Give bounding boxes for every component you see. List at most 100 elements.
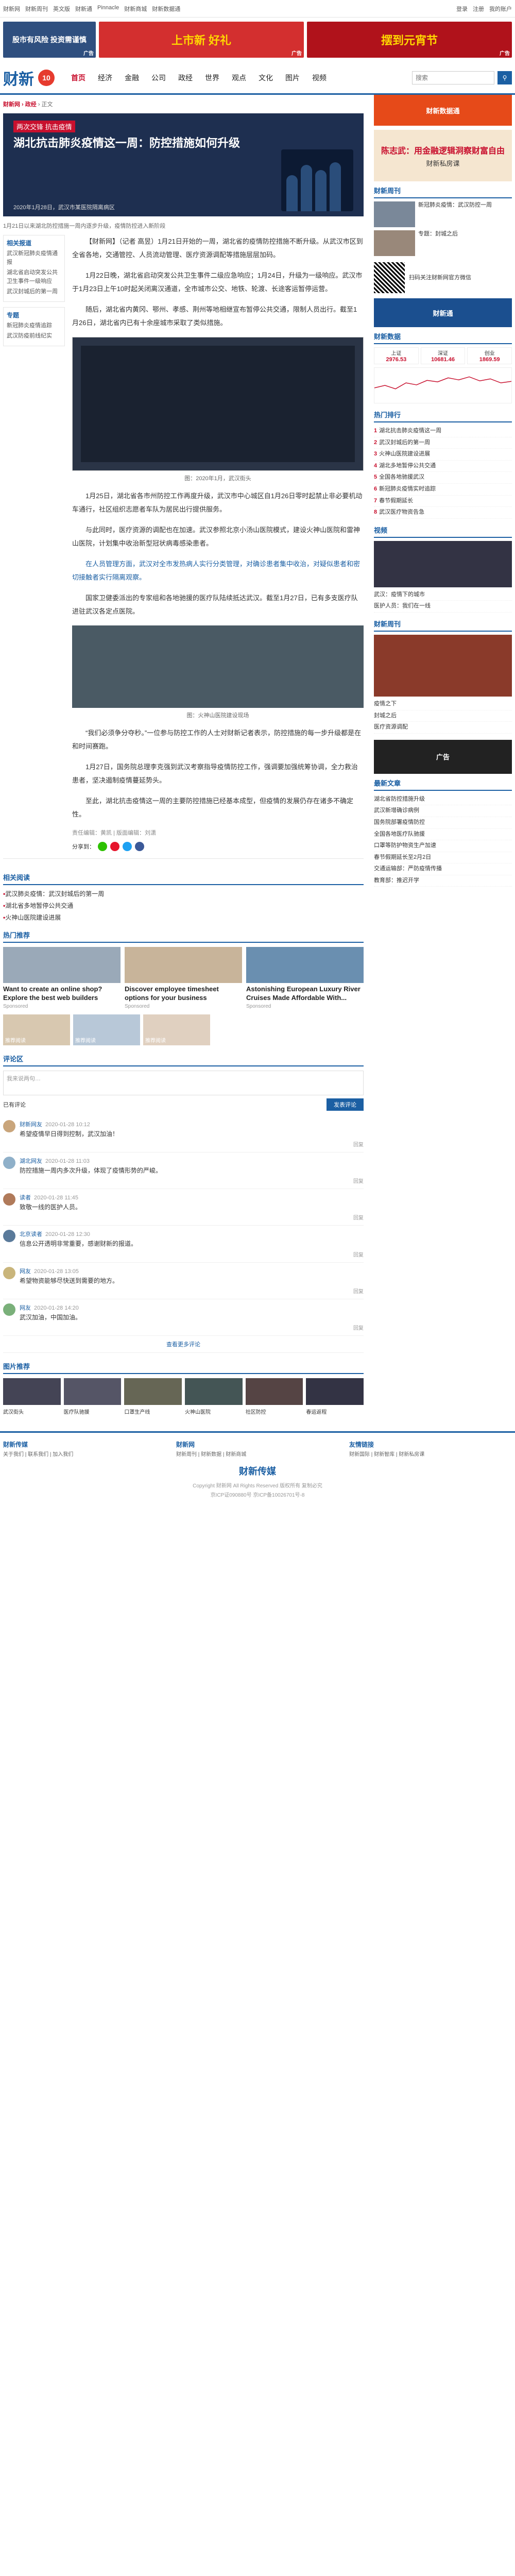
banner-ad[interactable]: 股市有风险 投资需谨慎 广告 xyxy=(3,22,96,58)
video-item[interactable]: 医护人员：我们在一线 xyxy=(374,601,512,613)
hot-item[interactable]: 6 新冠肺炎疫情实时追踪 xyxy=(374,484,512,496)
latest-item[interactable]: 交通运输部：严防疫情传播 xyxy=(374,863,512,875)
footer-logo[interactable]: 财新传媒 xyxy=(3,1464,512,1478)
latest-item[interactable]: 春节假期延长至2月2日 xyxy=(374,852,512,864)
search-icon[interactable]: ⚲ xyxy=(497,71,512,84)
gallery-caption[interactable]: 社区防控 xyxy=(246,1409,303,1416)
nav-item[interactable]: 文化 xyxy=(252,67,279,88)
sidebar-promo[interactable]: 陈志武：用金融逻辑洞察财富自由 财新私房课 xyxy=(374,130,512,181)
magazine-cover[interactable] xyxy=(374,634,512,697)
weekly-item[interactable]: 专题：封城之后 xyxy=(374,230,512,256)
sidebar-ad[interactable]: 财新通 xyxy=(374,298,512,327)
gallery-caption[interactable]: 口罩生产线 xyxy=(124,1409,182,1416)
reply-link[interactable]: 回复 xyxy=(20,1213,364,1221)
hot-item[interactable]: 2 武汉封城后的第一周 xyxy=(374,437,512,449)
gallery-caption[interactable]: 医疗队驰援 xyxy=(64,1409,122,1416)
hot-item[interactable]: 1 湖北抗击肺炎疫情这一周 xyxy=(374,426,512,437)
promo-thumb[interactable]: 推荐阅读 xyxy=(143,1014,210,1045)
site-logo[interactable]: 财新 10 xyxy=(3,66,55,89)
footer-links[interactable]: 财新国际 | 财新智库 | 财新私房课 xyxy=(349,1451,512,1459)
gallery-caption[interactable]: 火神山医院 xyxy=(185,1409,243,1416)
promo-thumb[interactable]: 推荐阅读 xyxy=(73,1014,140,1045)
facebook-icon[interactable] xyxy=(135,842,144,851)
gallery-caption[interactable]: 春运返程 xyxy=(306,1409,364,1416)
latest-item[interactable]: 全国各地医疗队驰援 xyxy=(374,829,512,841)
hot-item[interactable]: 3 火神山医院建设进展 xyxy=(374,449,512,461)
nav-item[interactable]: 视频 xyxy=(306,67,333,88)
nav-item[interactable]: 政经 xyxy=(172,67,199,88)
market-index[interactable]: 深证 10681.46 xyxy=(420,347,466,364)
sidebar-ad[interactable]: 广告 xyxy=(374,739,512,774)
reply-link[interactable]: 回复 xyxy=(20,1287,364,1295)
topbar-link[interactable]: 财新商城 xyxy=(124,5,147,13)
nav-item[interactable]: 经济 xyxy=(92,67,118,88)
account-link[interactable]: 我的账户 xyxy=(489,5,512,13)
comment-input[interactable]: 我来说两句… xyxy=(3,1070,364,1095)
latest-item[interactable]: 武汉新增确诊病例 xyxy=(374,805,512,817)
related-item[interactable]: •湖北省多地暂停公共交通 xyxy=(3,901,364,910)
nav-item[interactable]: 公司 xyxy=(145,67,172,88)
topbar-link[interactable]: 财新数据通 xyxy=(152,5,180,13)
latest-item[interactable]: 国务院部署疫情防控 xyxy=(374,817,512,829)
submit-comment-button[interactable]: 发表评论 xyxy=(327,1098,364,1111)
sponsored-card[interactable]: Discover employee timesheet options for … xyxy=(125,947,242,1009)
nav-item[interactable]: 世界 xyxy=(199,67,226,88)
related-item[interactable]: •火神山医院建设进展 xyxy=(3,913,364,922)
banner-ad[interactable]: 摆到元宵节 广告 xyxy=(307,22,512,58)
topbar-link[interactable]: 英文版 xyxy=(53,5,70,13)
latest-item[interactable]: 口罩等防护物资生产加速 xyxy=(374,840,512,852)
footer-links[interactable]: 关于我们 | 联系我们 | 加入我们 xyxy=(3,1451,166,1459)
market-index[interactable]: 创业 1869.59 xyxy=(467,347,512,364)
gallery-photo[interactable] xyxy=(3,1378,61,1405)
footer-links[interactable]: 财新周刊 | 财新数据 | 财新商城 xyxy=(176,1451,339,1459)
gallery-photo[interactable] xyxy=(63,1378,122,1405)
wechat-icon[interactable] xyxy=(98,842,107,851)
hot-item[interactable]: 5 全国各地驰援武汉 xyxy=(374,472,512,484)
twitter-icon[interactable] xyxy=(123,842,132,851)
topbar-link[interactable]: Pinnacle xyxy=(97,5,119,13)
weibo-icon[interactable] xyxy=(110,842,119,851)
nav-item[interactable]: 金融 xyxy=(118,67,145,88)
topbar-link[interactable]: 财新网 xyxy=(3,5,20,13)
hot-item[interactable]: 4 湖北多地暂停公共交通 xyxy=(374,461,512,472)
sponsored-card[interactable]: Want to create an online shop? Explore t… xyxy=(3,947,121,1009)
hot-item[interactable]: 8 武汉医疗物资告急 xyxy=(374,507,512,519)
related-item[interactable]: •武汉肺炎疫情：武汉封城后的第一周 xyxy=(3,889,364,898)
magazine-item[interactable]: 疫情之下 xyxy=(374,699,512,710)
sponsored-card[interactable]: Astonishing European Luxury River Cruise… xyxy=(246,947,364,1009)
reply-link[interactable]: 回复 xyxy=(20,1324,364,1331)
weekly-item[interactable]: 新冠肺炎疫情：武汉防控一周 xyxy=(374,201,512,227)
related-link[interactable]: 湖北省启动突发公共卫生事件一级响应 xyxy=(7,268,61,285)
breadcrumb-path[interactable]: 财新网 › 政经 xyxy=(3,101,37,108)
latest-item[interactable]: 湖北省防控措施升级 xyxy=(374,794,512,806)
reply-link[interactable]: 回复 xyxy=(20,1177,364,1184)
gallery-photo[interactable] xyxy=(185,1378,243,1405)
nav-item[interactable]: 观点 xyxy=(226,67,252,88)
magazine-item[interactable]: 医疗资源调配 xyxy=(374,722,512,734)
market-index[interactable]: 上证 2976.53 xyxy=(374,347,419,364)
topbar-link[interactable]: 财新通 xyxy=(75,5,92,13)
banner-ad[interactable]: 上市新 好礼 广告 xyxy=(99,22,304,58)
reply-link[interactable]: 回复 xyxy=(20,1250,364,1258)
more-comments-link[interactable]: 查看更多评论 xyxy=(3,1336,364,1353)
promo-thumb[interactable]: 推荐阅读 xyxy=(3,1014,70,1045)
hot-item[interactable]: 7 春节假期延长 xyxy=(374,496,512,507)
topic-link[interactable]: 武汉防疫前线纪实 xyxy=(7,332,61,341)
gallery-caption[interactable]: 武汉街头 xyxy=(3,1409,61,1416)
gallery-photo[interactable] xyxy=(124,1378,182,1405)
nav-item[interactable]: 图片 xyxy=(279,67,306,88)
gallery-photo[interactable] xyxy=(245,1378,303,1405)
register-link[interactable]: 注册 xyxy=(473,5,484,13)
search-input[interactable] xyxy=(412,71,494,84)
nav-item-home[interactable]: 首页 xyxy=(65,67,92,88)
topic-link[interactable]: 新冠肺炎疫情追踪 xyxy=(7,321,61,330)
topbar-link[interactable]: 财新周刊 xyxy=(25,5,48,13)
sidebar-ad[interactable]: 财新数据通 xyxy=(374,95,512,126)
video-item[interactable]: 武汉：疫情下的城市 xyxy=(374,589,512,601)
latest-item[interactable]: 教育部：推迟开学 xyxy=(374,875,512,887)
login-link[interactable]: 登录 xyxy=(456,5,468,13)
related-link[interactable]: 武汉封城后的第一周 xyxy=(7,287,61,296)
gallery-photo[interactable] xyxy=(306,1378,364,1405)
related-link[interactable]: 武汉新冠肺炎疫情通报 xyxy=(7,249,61,266)
magazine-item[interactable]: 封城之后 xyxy=(374,710,512,722)
